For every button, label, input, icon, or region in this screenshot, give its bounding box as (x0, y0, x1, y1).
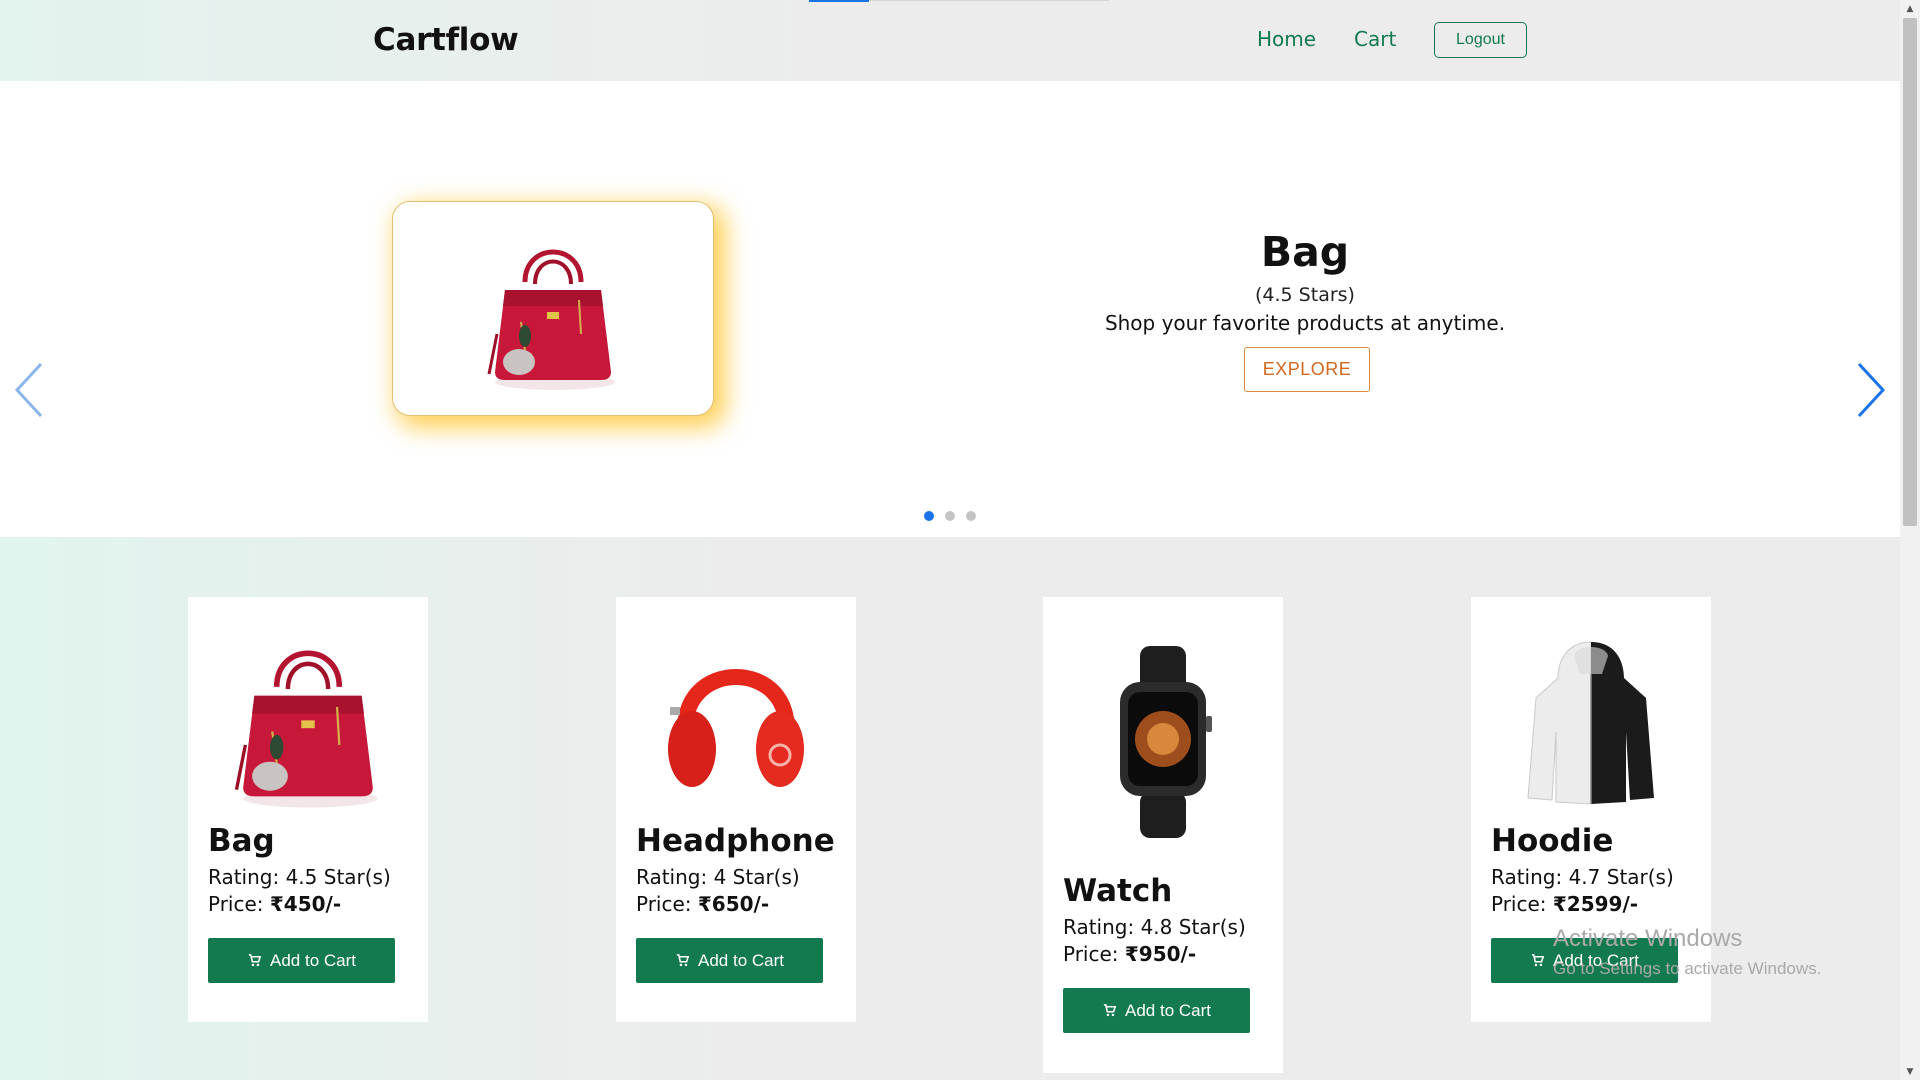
carousel-prev-icon[interactable] (12, 360, 46, 420)
carousel-dot-2[interactable] (945, 511, 955, 521)
price-label: Price: (1063, 942, 1119, 966)
loading-progress-track (869, 0, 1109, 1)
price-value: ₹450/- (269, 892, 342, 916)
product-price: Price: ₹950/- (1063, 942, 1196, 966)
product-price: Price: ₹650/- (636, 892, 769, 916)
hero-product-card[interactable] (392, 201, 714, 416)
add-to-cart-button[interactable]: Add to Cart (1491, 938, 1678, 983)
price-label: Price: (1491, 892, 1547, 916)
product-grid: Bag Rating: 4.5 Star(s) Price: ₹450/- Ad… (0, 537, 1900, 1080)
product-name: Watch (1063, 873, 1173, 909)
hero-product-rating: (4.5 Stars) (1255, 284, 1355, 306)
price-value: ₹650/- (697, 892, 770, 916)
brand-logo[interactable]: Cartflow (373, 22, 519, 58)
explore-button[interactable]: EXPLORE (1244, 347, 1370, 392)
nav-home-link[interactable]: Home (1257, 27, 1316, 51)
add-to-cart-label: Add to Cart (1125, 1000, 1211, 1020)
add-to-cart-button[interactable]: Add to Cart (208, 938, 395, 983)
product-price: Price: ₹2599/- (1491, 892, 1638, 916)
product-rating: Rating: 4.5 Star(s) (208, 865, 391, 889)
cart-icon (248, 954, 262, 967)
hero-product-title: Bag (1260, 228, 1350, 276)
product-card-hoodie: Hoodie Rating: 4.7 Star(s) Price: ₹2599/… (1471, 597, 1711, 1022)
product-image (1063, 627, 1263, 857)
loading-progress-indicator (809, 0, 869, 2)
price-value: ₹950/- (1124, 942, 1197, 966)
price-label: Price: (208, 892, 264, 916)
product-rating: Rating: 4.8 Star(s) (1063, 915, 1246, 939)
add-to-cart-label: Add to Cart (270, 950, 356, 970)
hero-tagline: Shop your favorite products at anytime. (1104, 311, 1506, 335)
product-card-bag: Bag Rating: 4.5 Star(s) Price: ₹450/- Ad… (188, 597, 428, 1022)
product-rating: Rating: 4.7 Star(s) (1491, 865, 1674, 889)
handbag-image (487, 249, 615, 390)
add-to-cart-button[interactable]: Add to Cart (636, 938, 823, 983)
scrollbar-thumb[interactable] (1903, 18, 1917, 526)
product-card-watch: Watch Rating: 4.8 Star(s) Price: ₹950/- … (1043, 597, 1283, 1073)
cart-icon (1531, 954, 1545, 967)
hero-carousel: Bag (4.5 Stars) Shop your favorite produ… (0, 81, 1900, 537)
handbag-image (234, 650, 378, 808)
add-to-cart-button[interactable]: Add to Cart (1063, 988, 1250, 1033)
scroll-down-arrow-icon[interactable]: ▼ (1900, 1063, 1920, 1080)
page-scrollbar[interactable]: ▲ ▼ (1900, 0, 1920, 1080)
product-image (208, 617, 408, 817)
price-value: ₹2599/- (1552, 892, 1639, 916)
add-to-cart-label: Add to Cart (1553, 950, 1639, 970)
product-image (1491, 617, 1691, 817)
nav-cart-link[interactable]: Cart (1354, 27, 1396, 51)
product-image (636, 617, 836, 817)
cart-icon (1103, 1004, 1117, 1017)
cart-icon (676, 954, 690, 967)
headphone-image (668, 669, 804, 787)
add-to-cart-label: Add to Cart (698, 950, 784, 970)
product-name: Hoodie (1491, 823, 1614, 859)
product-card-headphone: Headphone Rating: 4 Star(s) Price: ₹650/… (616, 597, 856, 1022)
carousel-dot-1[interactable] (924, 511, 934, 521)
logout-button[interactable]: Logout (1434, 22, 1527, 58)
carousel-dot-3[interactable] (966, 511, 976, 521)
price-label: Price: (636, 892, 692, 916)
product-rating: Rating: 4 Star(s) (636, 865, 800, 889)
watch-image (1120, 646, 1212, 838)
product-name: Bag (208, 823, 275, 859)
hoodie-image (1527, 641, 1654, 805)
product-price: Price: ₹450/- (208, 892, 341, 916)
carousel-indicators (924, 511, 976, 521)
scroll-up-arrow-icon[interactable]: ▲ (1900, 0, 1920, 17)
product-name: Headphone (636, 823, 835, 859)
carousel-next-icon[interactable] (1854, 360, 1888, 420)
top-navbar: Cartflow Home Cart Logout (0, 0, 1900, 81)
